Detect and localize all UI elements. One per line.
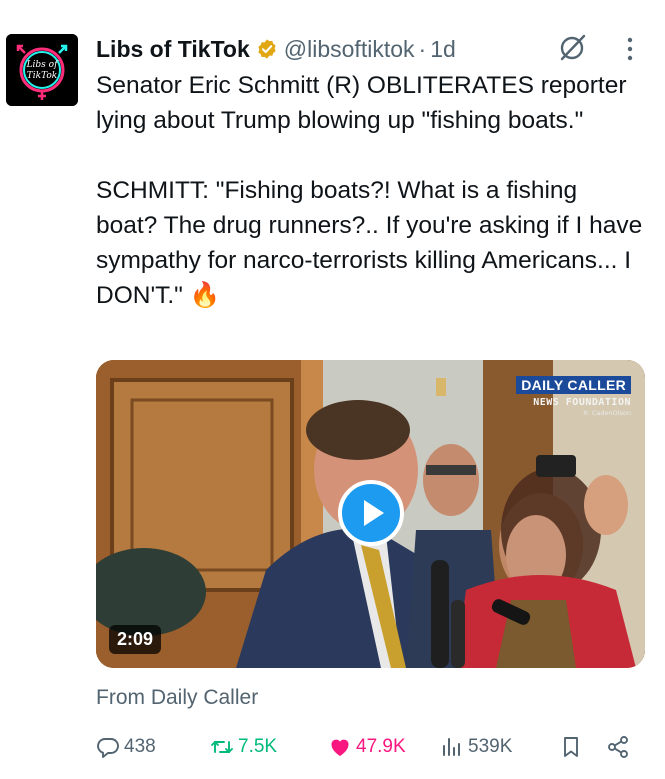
like-button[interactable]: 47.9K: [328, 732, 406, 762]
separator-dot: ·: [418, 35, 427, 62]
watermark-credit: X: CadenOlson: [583, 409, 631, 417]
author-handle[interactable]: @libsoftiktok: [284, 36, 415, 63]
tweet-text: Senator Eric Schmitt (R) OBLITERATES rep…: [96, 72, 643, 309]
share-icon: [608, 736, 628, 758]
watermark-sub: NEWS FOUNDATION: [533, 397, 631, 408]
svg-text:Libs of: Libs of: [26, 60, 60, 70]
media-source[interactable]: From Daily Caller: [96, 686, 258, 710]
video-player[interactable]: DAILY CALLER NEWS FOUNDATION X: CadenOls…: [96, 360, 645, 668]
grok-icon[interactable]: [557, 33, 587, 63]
bookmark-icon: [564, 737, 578, 757]
video-duration: 2:09: [109, 625, 162, 654]
views-icon: [443, 738, 460, 756]
action-bar: 438 7.5K 47.9K 539K: [96, 732, 636, 762]
tweet-header: Libs of TikTok @libsoftiktok · 1d: [96, 32, 456, 66]
tweet-timestamp[interactable]: 1d: [430, 36, 456, 63]
more-options-icon[interactable]: [620, 36, 640, 62]
tweet-card[interactable]: Libs of TikTok Libs of TikTok @libsoftik…: [0, 0, 665, 779]
avatar[interactable]: Libs of TikTok: [6, 34, 78, 106]
reply-count: 438: [124, 736, 156, 757]
bookmark-button[interactable]: [559, 732, 587, 762]
repost-count: 7.5K: [238, 736, 278, 757]
avatar-logo: Libs of TikTok: [6, 34, 78, 106]
repost-button[interactable]: 7.5K: [210, 732, 277, 762]
play-icon: [364, 500, 384, 526]
views-button[interactable]: 539K: [440, 732, 512, 762]
view-count: 539K: [468, 736, 513, 757]
play-button[interactable]: [338, 480, 404, 546]
verified-badge-icon[interactable]: [256, 38, 278, 60]
share-button[interactable]: [606, 732, 634, 762]
reply-icon: [97, 738, 119, 758]
like-count: 47.9K: [356, 736, 406, 757]
heart-icon: [331, 739, 349, 756]
author-display-name[interactable]: Libs of TikTok: [96, 36, 250, 63]
reply-button[interactable]: 438: [96, 732, 156, 762]
repost-icon: [211, 741, 233, 753]
svg-text:TikTok: TikTok: [27, 71, 58, 81]
video-watermark: DAILY CALLER NEWS FOUNDATION X: CadenOls…: [516, 376, 631, 417]
watermark-brand: DAILY CALLER: [516, 376, 631, 394]
